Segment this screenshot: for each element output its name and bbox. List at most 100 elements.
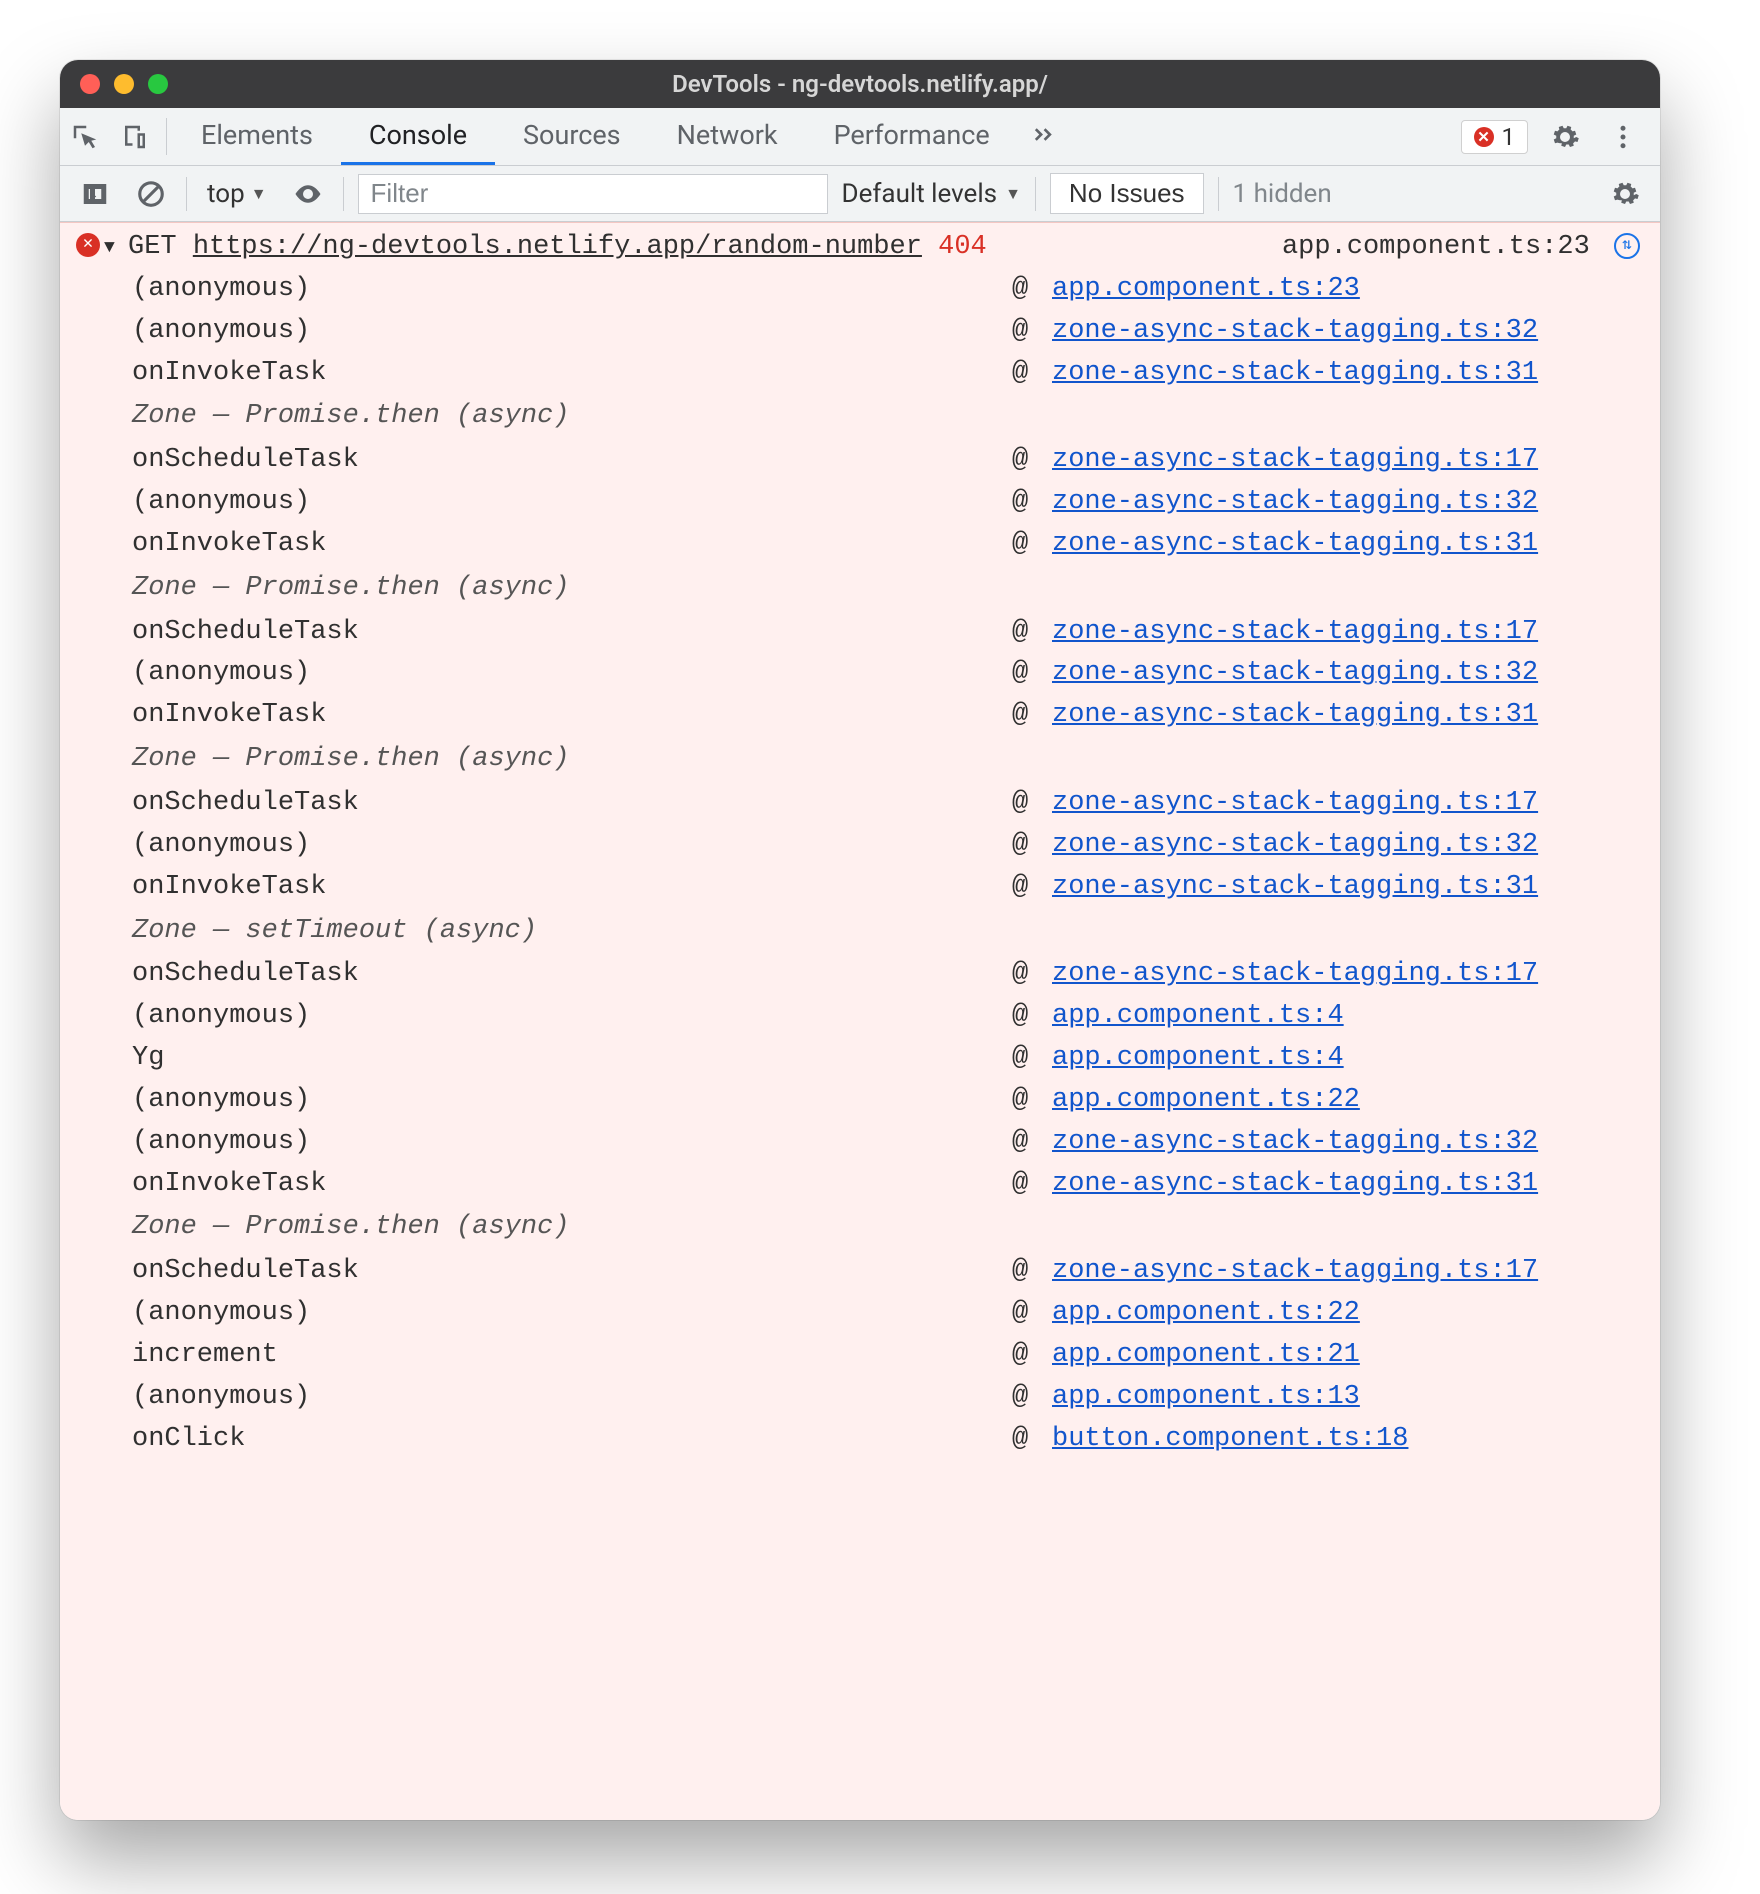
more-menu-button[interactable] <box>1602 116 1644 158</box>
tab-sources[interactable]: Sources <box>495 108 649 165</box>
context-label: top <box>207 179 245 209</box>
frame-source-link[interactable]: zone-async-stack-tagging.ts:31 <box>1052 695 1640 737</box>
inspect-icon <box>70 122 100 152</box>
frame-function: onScheduleTask <box>132 1251 1012 1293</box>
inspect-element-button[interactable] <box>60 108 110 165</box>
async-boundary: Zone — Promise.then (async) <box>132 1205 1640 1251</box>
minimize-window-button[interactable] <box>114 74 134 94</box>
frame-source-link[interactable]: zone-async-stack-tagging.ts:31 <box>1052 353 1640 395</box>
stack-frame: onScheduleTask@zone-async-stack-tagging.… <box>132 1251 1640 1293</box>
frame-at: @ <box>1012 1293 1052 1335</box>
chevrons-icon <box>1028 122 1058 152</box>
frame-source-link[interactable]: zone-async-stack-tagging.ts:17 <box>1052 1251 1640 1293</box>
frame-source-link[interactable]: button.component.ts:18 <box>1052 1419 1640 1461</box>
more-tabs-button[interactable] <box>1018 108 1068 165</box>
console-settings-button[interactable] <box>1604 173 1646 215</box>
frame-at: @ <box>1012 612 1052 654</box>
frame-at: @ <box>1012 1122 1052 1164</box>
frame-source-link[interactable]: app.component.ts:4 <box>1052 996 1640 1038</box>
source-link-inline[interactable]: app.component.ts:23 ⇅ <box>1282 227 1640 269</box>
frame-source-link[interactable]: zone-async-stack-tagging.ts:17 <box>1052 440 1640 482</box>
frame-at: @ <box>1012 954 1052 996</box>
frame-function: (anonymous) <box>132 482 1012 524</box>
frame-at: @ <box>1012 1419 1052 1461</box>
frame-function: Yg <box>132 1038 1012 1080</box>
frame-at: @ <box>1012 269 1052 311</box>
settings-button[interactable] <box>1544 116 1586 158</box>
frame-source-link[interactable]: app.component.ts:23 <box>1052 269 1640 311</box>
frame-function: (anonymous) <box>132 269 1012 311</box>
frame-source-link[interactable]: zone-async-stack-tagging.ts:17 <box>1052 612 1640 654</box>
frame-source-link[interactable]: app.component.ts:22 <box>1052 1080 1640 1122</box>
tab-network[interactable]: Network <box>649 108 806 165</box>
frame-at: @ <box>1012 653 1052 695</box>
frame-source-link[interactable]: zone-async-stack-tagging.ts:31 <box>1052 867 1640 909</box>
stack-frame: onClick@button.component.ts:18 <box>132 1419 1640 1461</box>
frame-at: @ <box>1012 695 1052 737</box>
filter-input[interactable] <box>358 174 828 214</box>
close-window-button[interactable] <box>80 74 100 94</box>
frame-source-link[interactable]: app.component.ts:13 <box>1052 1377 1640 1419</box>
stack-frame: onScheduleTask@zone-async-stack-tagging.… <box>132 954 1640 996</box>
frame-source-link[interactable]: zone-async-stack-tagging.ts:32 <box>1052 825 1640 867</box>
toggle-sidebar-button[interactable] <box>74 173 116 215</box>
levels-label: Default levels <box>842 179 998 209</box>
frame-at: @ <box>1012 1251 1052 1293</box>
tab-performance[interactable]: Performance <box>806 108 1018 165</box>
error-count-chip[interactable]: ✕ 1 <box>1461 120 1529 154</box>
titlebar: DevTools - ng-devtools.netlify.app/ <box>60 60 1660 108</box>
frame-source-link[interactable]: app.component.ts:22 <box>1052 1293 1640 1335</box>
stack-frame: (anonymous)@app.component.ts:23 <box>132 269 1640 311</box>
stack-frame: onInvokeTask@zone-async-stack-tagging.ts… <box>132 867 1640 909</box>
frame-function: (anonymous) <box>132 1080 1012 1122</box>
stack-frame: onInvokeTask@zone-async-stack-tagging.ts… <box>132 353 1640 395</box>
expand-toggle[interactable]: ▼ <box>104 235 115 263</box>
frame-source-link[interactable]: zone-async-stack-tagging.ts:32 <box>1052 311 1640 353</box>
frame-at: @ <box>1012 353 1052 395</box>
frame-function: (anonymous) <box>132 825 1012 867</box>
issues-button[interactable]: No Issues <box>1050 173 1204 214</box>
zoom-window-button[interactable] <box>148 74 168 94</box>
frame-source-link[interactable]: app.component.ts:4 <box>1052 1038 1640 1080</box>
frame-source-link[interactable]: zone-async-stack-tagging.ts:17 <box>1052 783 1640 825</box>
stack-frame: (anonymous)@app.component.ts:22 <box>132 1080 1640 1122</box>
frame-source-link[interactable]: zone-async-stack-tagging.ts:32 <box>1052 1122 1640 1164</box>
device-toggle-button[interactable] <box>110 108 160 165</box>
frame-at: @ <box>1012 783 1052 825</box>
chevron-down-icon: ▼ <box>1005 184 1021 204</box>
frame-source-link[interactable]: zone-async-stack-tagging.ts:32 <box>1052 653 1640 695</box>
log-levels-selector[interactable]: Default levels ▼ <box>842 179 1021 209</box>
clear-console-button[interactable] <box>130 173 172 215</box>
context-selector[interactable]: top ▼ <box>201 179 273 209</box>
async-boundary: Zone — Promise.then (async) <box>132 566 1640 612</box>
error-icon: ✕ <box>1474 127 1494 147</box>
console-output: ✕ ▼ GET https://ng-devtools.netlify.app/… <box>60 222 1660 1820</box>
stack-frame: onScheduleTask@zone-async-stack-tagging.… <box>132 440 1640 482</box>
live-expression-button[interactable] <box>287 173 329 215</box>
stack-trace: (anonymous)@app.component.ts:23(anonymou… <box>60 269 1660 1469</box>
frame-source-link[interactable]: zone-async-stack-tagging.ts:31 <box>1052 524 1640 566</box>
frame-source-link[interactable]: zone-async-stack-tagging.ts:17 <box>1052 954 1640 996</box>
frame-at: @ <box>1012 825 1052 867</box>
frame-source-link[interactable]: zone-async-stack-tagging.ts:31 <box>1052 1164 1640 1206</box>
frame-function: onInvokeTask <box>132 867 1012 909</box>
stack-frame: onScheduleTask@zone-async-stack-tagging.… <box>132 612 1640 654</box>
frame-function: onInvokeTask <box>132 524 1012 566</box>
request-url[interactable]: https://ng-devtools.netlify.app/random-n… <box>193 232 922 262</box>
frame-function: (anonymous) <box>132 653 1012 695</box>
tab-elements[interactable]: Elements <box>173 108 341 165</box>
async-boundary: Zone — Promise.then (async) <box>132 737 1640 783</box>
frame-function: (anonymous) <box>132 1122 1012 1164</box>
http-method: GET <box>128 232 177 262</box>
frame-source-link[interactable]: zone-async-stack-tagging.ts:32 <box>1052 482 1640 524</box>
tab-console[interactable]: Console <box>341 108 495 165</box>
frame-function: (anonymous) <box>132 311 1012 353</box>
stack-frame: onScheduleTask@zone-async-stack-tagging.… <box>132 783 1640 825</box>
log-gutter[interactable]: ✕ ▼ <box>68 227 128 263</box>
frame-source-link[interactable]: app.component.ts:21 <box>1052 1335 1640 1377</box>
frame-at: @ <box>1012 1038 1052 1080</box>
stack-frame: Yg@app.component.ts:4 <box>132 1038 1640 1080</box>
frame-function: increment <box>132 1335 1012 1377</box>
stack-frame: (anonymous)@zone-async-stack-tagging.ts:… <box>132 1122 1640 1164</box>
stack-frame: (anonymous)@app.component.ts:22 <box>132 1293 1640 1335</box>
